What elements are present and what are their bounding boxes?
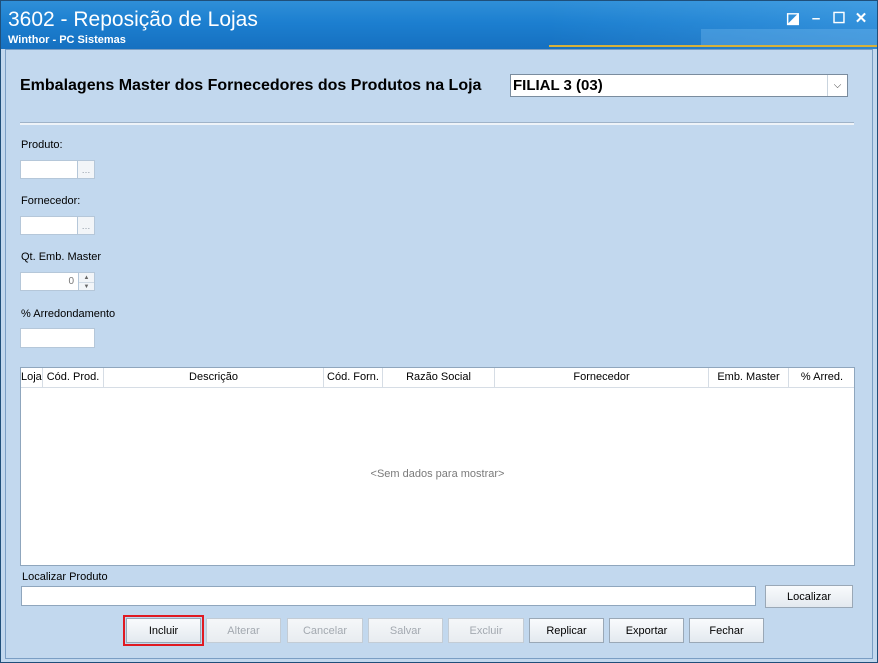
- col-descricao[interactable]: Descrição: [104, 368, 324, 387]
- cancelar-button[interactable]: Cancelar: [287, 618, 363, 643]
- localizar-produto-label: Localizar Produto: [22, 571, 108, 583]
- close-icon[interactable]: ✕: [852, 10, 870, 27]
- qt-emb-master-stepper[interactable]: 0 ▲ ▼: [20, 272, 95, 291]
- title-bar[interactable]: 3602 - Reposição de Lojas Winthor - PC S…: [1, 1, 877, 49]
- incluir-button[interactable]: Incluir: [123, 615, 204, 646]
- col-emb-master[interactable]: Emb. Master: [709, 368, 789, 387]
- col-cod-prod[interactable]: Cód. Prod.: [43, 368, 104, 387]
- spin-buttons: ▲ ▼: [78, 273, 94, 290]
- col-razao-social[interactable]: Razão Social: [383, 368, 495, 387]
- window-title: 3602 - Reposição de Lojas: [8, 8, 258, 31]
- qt-emb-master-value: 0: [68, 276, 74, 287]
- grid-header: Loja Cód. Prod. Descrição Cód. Forn. Raz…: [21, 368, 854, 388]
- col-arred[interactable]: % Arred.: [789, 368, 854, 387]
- replicar-button[interactable]: Replicar: [529, 618, 604, 643]
- salvar-button[interactable]: Salvar: [368, 618, 443, 643]
- col-cod-forn[interactable]: Cód. Forn.: [324, 368, 383, 387]
- page-title: Embalagens Master dos Fornecedores dos P…: [20, 77, 482, 94]
- maximize-icon[interactable]: ☐: [830, 10, 848, 27]
- data-grid[interactable]: Loja Cód. Prod. Descrição Cód. Forn. Raz…: [20, 367, 855, 566]
- window-subtitle: Winthor - PC Sistemas: [8, 34, 126, 46]
- fornecedor-field[interactable]: …: [20, 216, 95, 235]
- main-content: Embalagens Master dos Fornecedores dos P…: [6, 49, 872, 658]
- localizar-produto-input[interactable]: [21, 586, 756, 606]
- localizar-button[interactable]: Localizar: [765, 585, 853, 608]
- produto-label: Produto:: [21, 139, 63, 151]
- qt-emb-master-label: Qt. Emb. Master: [21, 251, 102, 263]
- minimize-icon[interactable]: –: [807, 10, 825, 27]
- arredondamento-field[interactable]: [20, 328, 95, 348]
- app-window: 3602 - Reposição de Lojas Winthor - PC S…: [0, 0, 878, 663]
- titlebar-line: [549, 45, 877, 47]
- fornecedor-lookup-button[interactable]: …: [77, 217, 94, 234]
- alterar-button[interactable]: Alterar: [206, 618, 281, 643]
- filial-select[interactable]: FILIAL 3 (03) ⌵: [510, 74, 848, 97]
- fornecedor-label: Fornecedor:: [21, 195, 81, 207]
- exportar-button[interactable]: Exportar: [609, 618, 684, 643]
- col-loja[interactable]: Loja: [21, 368, 43, 387]
- grid-empty-message: <Sem dados para mostrar>: [370, 468, 505, 480]
- produto-lookup-button[interactable]: …: [77, 161, 94, 178]
- titlebar-shade: [701, 29, 877, 45]
- spin-down-icon[interactable]: ▼: [79, 282, 94, 291]
- col-fornecedor[interactable]: Fornecedor: [495, 368, 709, 387]
- header-separator: [20, 122, 854, 125]
- fechar-button[interactable]: Fechar: [689, 618, 764, 643]
- filial-select-value: FILIAL 3 (03): [513, 77, 603, 94]
- chevron-down-icon[interactable]: ⌵: [827, 75, 847, 96]
- produto-field[interactable]: …: [20, 160, 95, 179]
- excluir-button[interactable]: Excluir: [448, 618, 524, 643]
- arredondamento-label: % Arredondamento: [21, 308, 116, 320]
- restore-icon[interactable]: ◪: [784, 10, 802, 27]
